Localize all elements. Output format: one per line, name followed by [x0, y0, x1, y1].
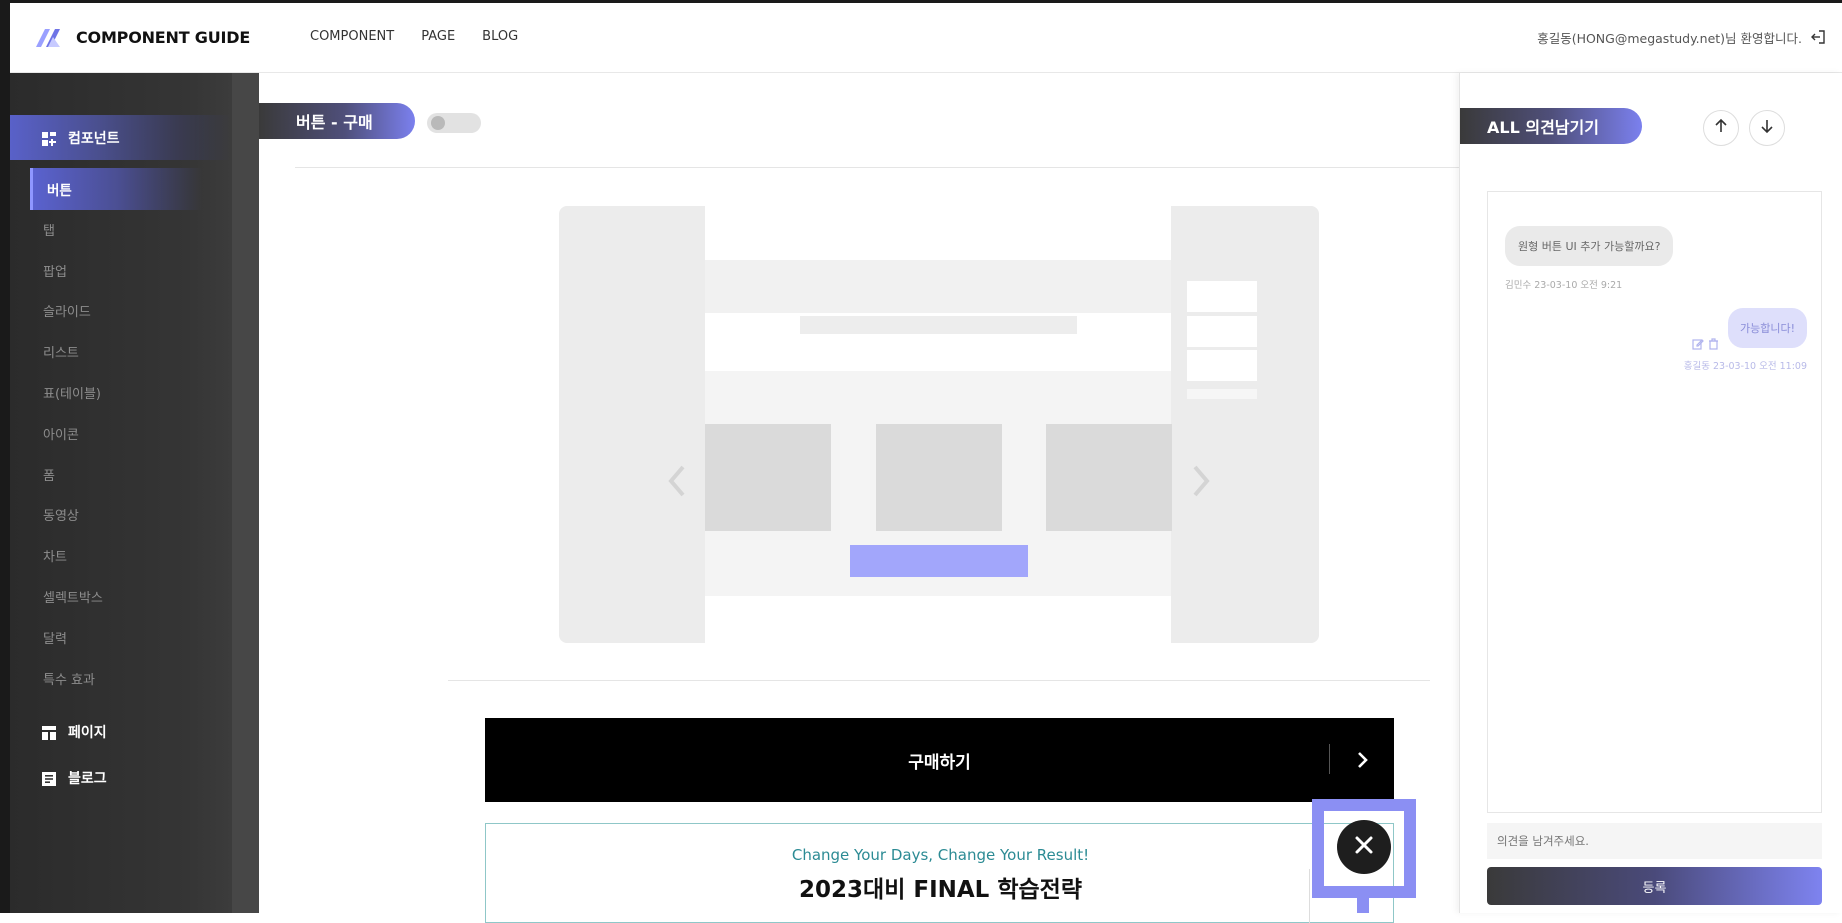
- comment-bubble-sent: 가능합니다!: [1727, 308, 1807, 348]
- logo-icon: [34, 25, 64, 49]
- sidebar-item-chart[interactable]: 차트: [43, 546, 67, 565]
- window-left-border: [0, 0, 10, 913]
- promo-title: 2023대비 FINAL 학습전략: [799, 877, 1082, 903]
- close-button[interactable]: [1337, 820, 1391, 874]
- wireframe-card: [876, 424, 1002, 531]
- sidebar-section-label: 페이지: [68, 724, 107, 741]
- global-nav: COMPONENT PAGE BLOG: [310, 29, 518, 44]
- sidebar-section-page[interactable]: 페이지: [10, 709, 232, 754]
- arrow-up-icon: [1713, 118, 1729, 138]
- submit-comment-button[interactable]: 등록: [1487, 867, 1822, 905]
- wireframe-side-box: [1187, 316, 1257, 347]
- logout-icon[interactable]: [1810, 29, 1826, 45]
- sidebar-item-label: 버튼: [47, 183, 72, 199]
- scroll-up-button[interactable]: [1703, 110, 1739, 146]
- logo[interactable]: COMPONENT GUIDE: [34, 25, 250, 49]
- buy-button[interactable]: 구매하기: [485, 718, 1394, 802]
- sidebar-item-icon[interactable]: 아이콘: [43, 424, 79, 443]
- chevron-right-icon: [1352, 750, 1372, 770]
- comment-meta: 김민수 23-03-10 오전 9:21: [1505, 280, 1623, 291]
- code-view-toggle[interactable]: [427, 113, 481, 133]
- wireframe-side-box: [1187, 281, 1257, 312]
- close-icon: [1354, 835, 1374, 859]
- sidebar-section-label: 컴포넌트: [68, 130, 120, 147]
- wireframe-side-line: [1187, 389, 1257, 399]
- sidebar: 컴포넌트 버튼 탭 팝업 슬라이드 리스트 표(테이블) 아이콘 폼 동영상 차…: [10, 73, 232, 913]
- page-layout-icon: [42, 725, 56, 740]
- chevron-right-icon: [1189, 461, 1213, 501]
- nav-page[interactable]: PAGE: [421, 29, 455, 44]
- comment-bubble-received: 원형 버튼 UI 추가 가능할까요?: [1505, 226, 1674, 266]
- comment-input[interactable]: [1487, 823, 1822, 859]
- sidebar-item-form[interactable]: 폼: [43, 465, 55, 484]
- promo-tagline: Change Your Days, Change Your Result!: [791, 846, 1090, 864]
- sidebar-item-video[interactable]: 동영상: [43, 505, 79, 524]
- comment-thread: 원형 버튼 UI 추가 가능할까요? 김민수 23-03-10 오전 9:21 …: [1487, 191, 1822, 813]
- section-title: 버튼 - 구매: [259, 103, 415, 139]
- wireframe-side-box: [1187, 350, 1257, 381]
- edit-icon[interactable]: [1692, 335, 1704, 350]
- wireframe-banner: [705, 260, 1171, 313]
- sidebar-item-slide[interactable]: 슬라이드: [43, 301, 91, 320]
- logo-text: COMPONENT GUIDE: [76, 27, 251, 47]
- divider: [295, 167, 1459, 168]
- trash-icon[interactable]: [1708, 335, 1719, 350]
- buy-button-label: 구매하기: [908, 752, 971, 773]
- sidebar-item-button[interactable]: 버튼: [30, 168, 202, 210]
- wireframe-button: [850, 545, 1028, 577]
- wireframe-right-column: [1171, 206, 1319, 643]
- chevron-left-icon: [665, 461, 689, 501]
- wireframe-left-column: [559, 206, 705, 643]
- sidebar-scroll-rail: [232, 73, 259, 913]
- comments-title: ALL 의견남기기: [1460, 108, 1642, 144]
- promo-banner-button[interactable]: Change Your Days, Change Your Result! 20…: [485, 823, 1394, 923]
- wireframe-card: [705, 424, 831, 531]
- sidebar-item-calendar[interactable]: 달력: [43, 628, 67, 647]
- highlight-pointer: [1357, 898, 1369, 913]
- sidebar-section-blog[interactable]: 블로그: [10, 755, 232, 800]
- sidebar-item-popup[interactable]: 팝업: [43, 261, 67, 280]
- divider: [448, 680, 1430, 681]
- toggle-knob: [431, 116, 445, 130]
- comments-panel: ALL 의견남기기 원형 버튼 UI 추가 가능할까요? 김민수 23-03-1…: [1459, 73, 1842, 913]
- wireframe-text-line: [800, 316, 1077, 334]
- dashboard-icon: [42, 131, 56, 146]
- arrow-down-icon: [1759, 118, 1775, 138]
- top-header: COMPONENT GUIDE COMPONENT PAGE BLOG 홍길동(…: [10, 3, 1842, 73]
- article-icon: [42, 771, 56, 786]
- nav-component[interactable]: COMPONENT: [310, 29, 394, 44]
- sidebar-item-list[interactable]: 리스트: [43, 342, 79, 361]
- sidebar-item-tab[interactable]: 탭: [43, 220, 55, 239]
- wireframe-preview: [559, 206, 1319, 643]
- comment-meta: 홍길동 23-03-10 오전 11:09: [1683, 361, 1807, 372]
- sidebar-section-component[interactable]: 컴포넌트: [10, 115, 232, 160]
- sidebar-item-special-effects[interactable]: 특수 효과: [43, 669, 95, 688]
- wireframe-card: [1046, 424, 1172, 531]
- comments-title-text: ALL 의견남기기: [1487, 118, 1599, 137]
- sidebar-section-label: 블로그: [68, 770, 107, 787]
- user-greeting: 홍길동(HONG@megastudy.net)님 환영합니다.: [1537, 31, 1802, 46]
- scroll-down-button[interactable]: [1749, 110, 1785, 146]
- sidebar-item-table[interactable]: 표(테이블): [43, 383, 101, 402]
- nav-blog[interactable]: BLOG: [482, 29, 518, 44]
- section-title-text: 버튼 - 구매: [296, 113, 373, 132]
- buy-button-separator: [1329, 744, 1330, 774]
- promo-separator: [1309, 869, 1310, 923]
- sidebar-item-selectbox[interactable]: 셀렉트박스: [43, 587, 103, 606]
- main-content: 버튼 - 구매 구매하기 Change Your Days, Change Yo…: [259, 73, 1459, 923]
